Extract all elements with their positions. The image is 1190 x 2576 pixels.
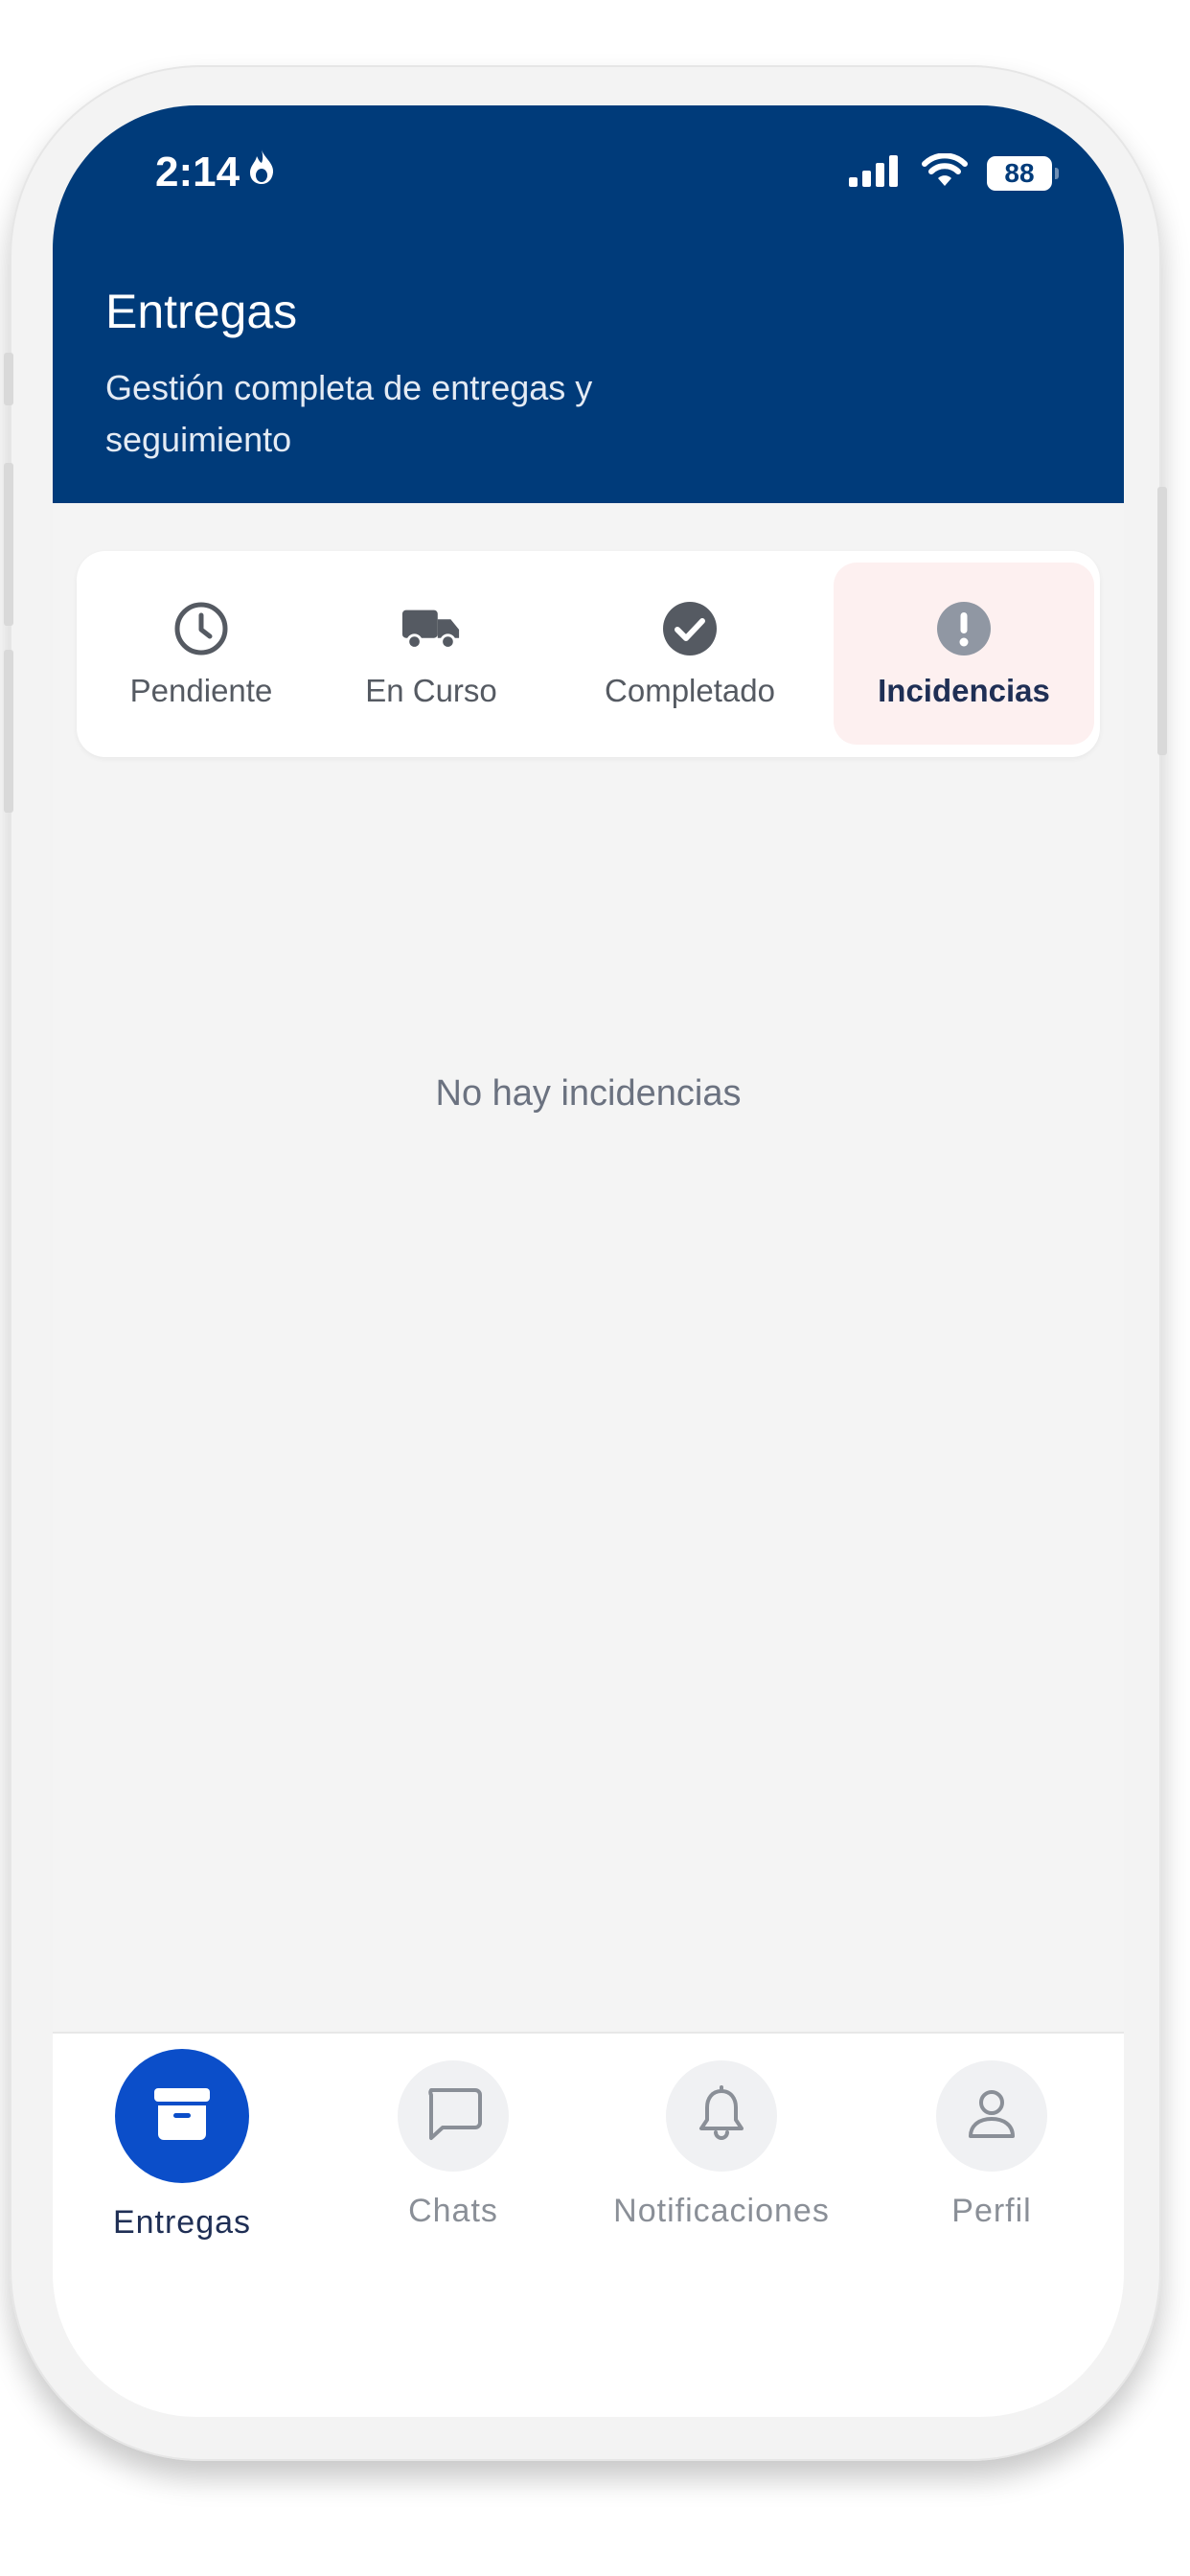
nav-icon-container — [936, 2060, 1047, 2172]
volume-up-button — [4, 463, 13, 626]
nav-item-notificaciones[interactable]: Notificaciones — [592, 2043, 851, 2230]
tab-label: Incidencias — [878, 673, 1050, 708]
tab-pendiente[interactable]: Pendiente — [101, 563, 302, 745]
bell-icon — [697, 2084, 746, 2148]
bottom-navigation: Entregas Chats Notificaciones Perfil — [53, 2032, 1124, 2417]
clock-time: 2:14 — [155, 148, 240, 196]
nav-icon-container — [115, 2049, 249, 2183]
status-indicators: 88 — [849, 152, 1059, 193]
page-subtitle: Gestión completa de entregas y seguimien… — [105, 368, 593, 459]
fire-icon — [247, 148, 276, 196]
nav-icon-container — [398, 2060, 509, 2172]
clock-icon — [171, 598, 232, 659]
archive-box-icon — [152, 2086, 212, 2147]
tab-incidencias[interactable]: Incidencias — [834, 563, 1094, 745]
status-tabs: Pendiente En Curso Completado Incidencia… — [77, 551, 1100, 757]
chat-bubble-icon — [423, 2086, 483, 2147]
tab-label: Pendiente — [129, 673, 273, 708]
alert-circle-icon — [933, 598, 995, 659]
nav-icon-container — [666, 2060, 777, 2172]
empty-state-message: No hay incidencias — [435, 1073, 742, 1114]
nav-item-entregas[interactable]: Entregas — [53, 2043, 311, 2242]
nav-label: Chats — [408, 2193, 498, 2229]
status-bar-time: 2:14 — [155, 148, 276, 196]
app-screen: 2:14 88 Entregas Gestión completa de ent… — [53, 105, 1124, 2417]
tab-label: Completado — [605, 673, 775, 708]
nav-item-chats[interactable]: Chats — [324, 2043, 583, 2230]
tab-label: En Curso — [365, 673, 497, 708]
truck-icon — [400, 598, 462, 659]
battery-indicator: 88 — [987, 155, 1059, 191]
tab-en-curso[interactable]: En Curso — [331, 563, 532, 745]
user-icon — [965, 2086, 1018, 2147]
wifi-icon — [922, 152, 968, 193]
page-title: Entregas — [105, 285, 298, 338]
power-button — [1157, 487, 1167, 755]
nav-label: Entregas — [112, 2204, 252, 2241]
tab-completado[interactable]: Completado — [561, 563, 819, 745]
nav-item-perfil[interactable]: Perfil — [862, 2043, 1121, 2230]
app-header: 2:14 88 Entregas Gestión completa de ent… — [53, 105, 1124, 503]
volume-down-button — [4, 650, 13, 813]
nav-label: Notificaciones — [613, 2193, 830, 2229]
nav-label: Perfil — [951, 2193, 1032, 2229]
mute-switch — [4, 353, 13, 405]
signal-icon — [849, 154, 903, 192]
check-circle-icon — [659, 598, 721, 659]
